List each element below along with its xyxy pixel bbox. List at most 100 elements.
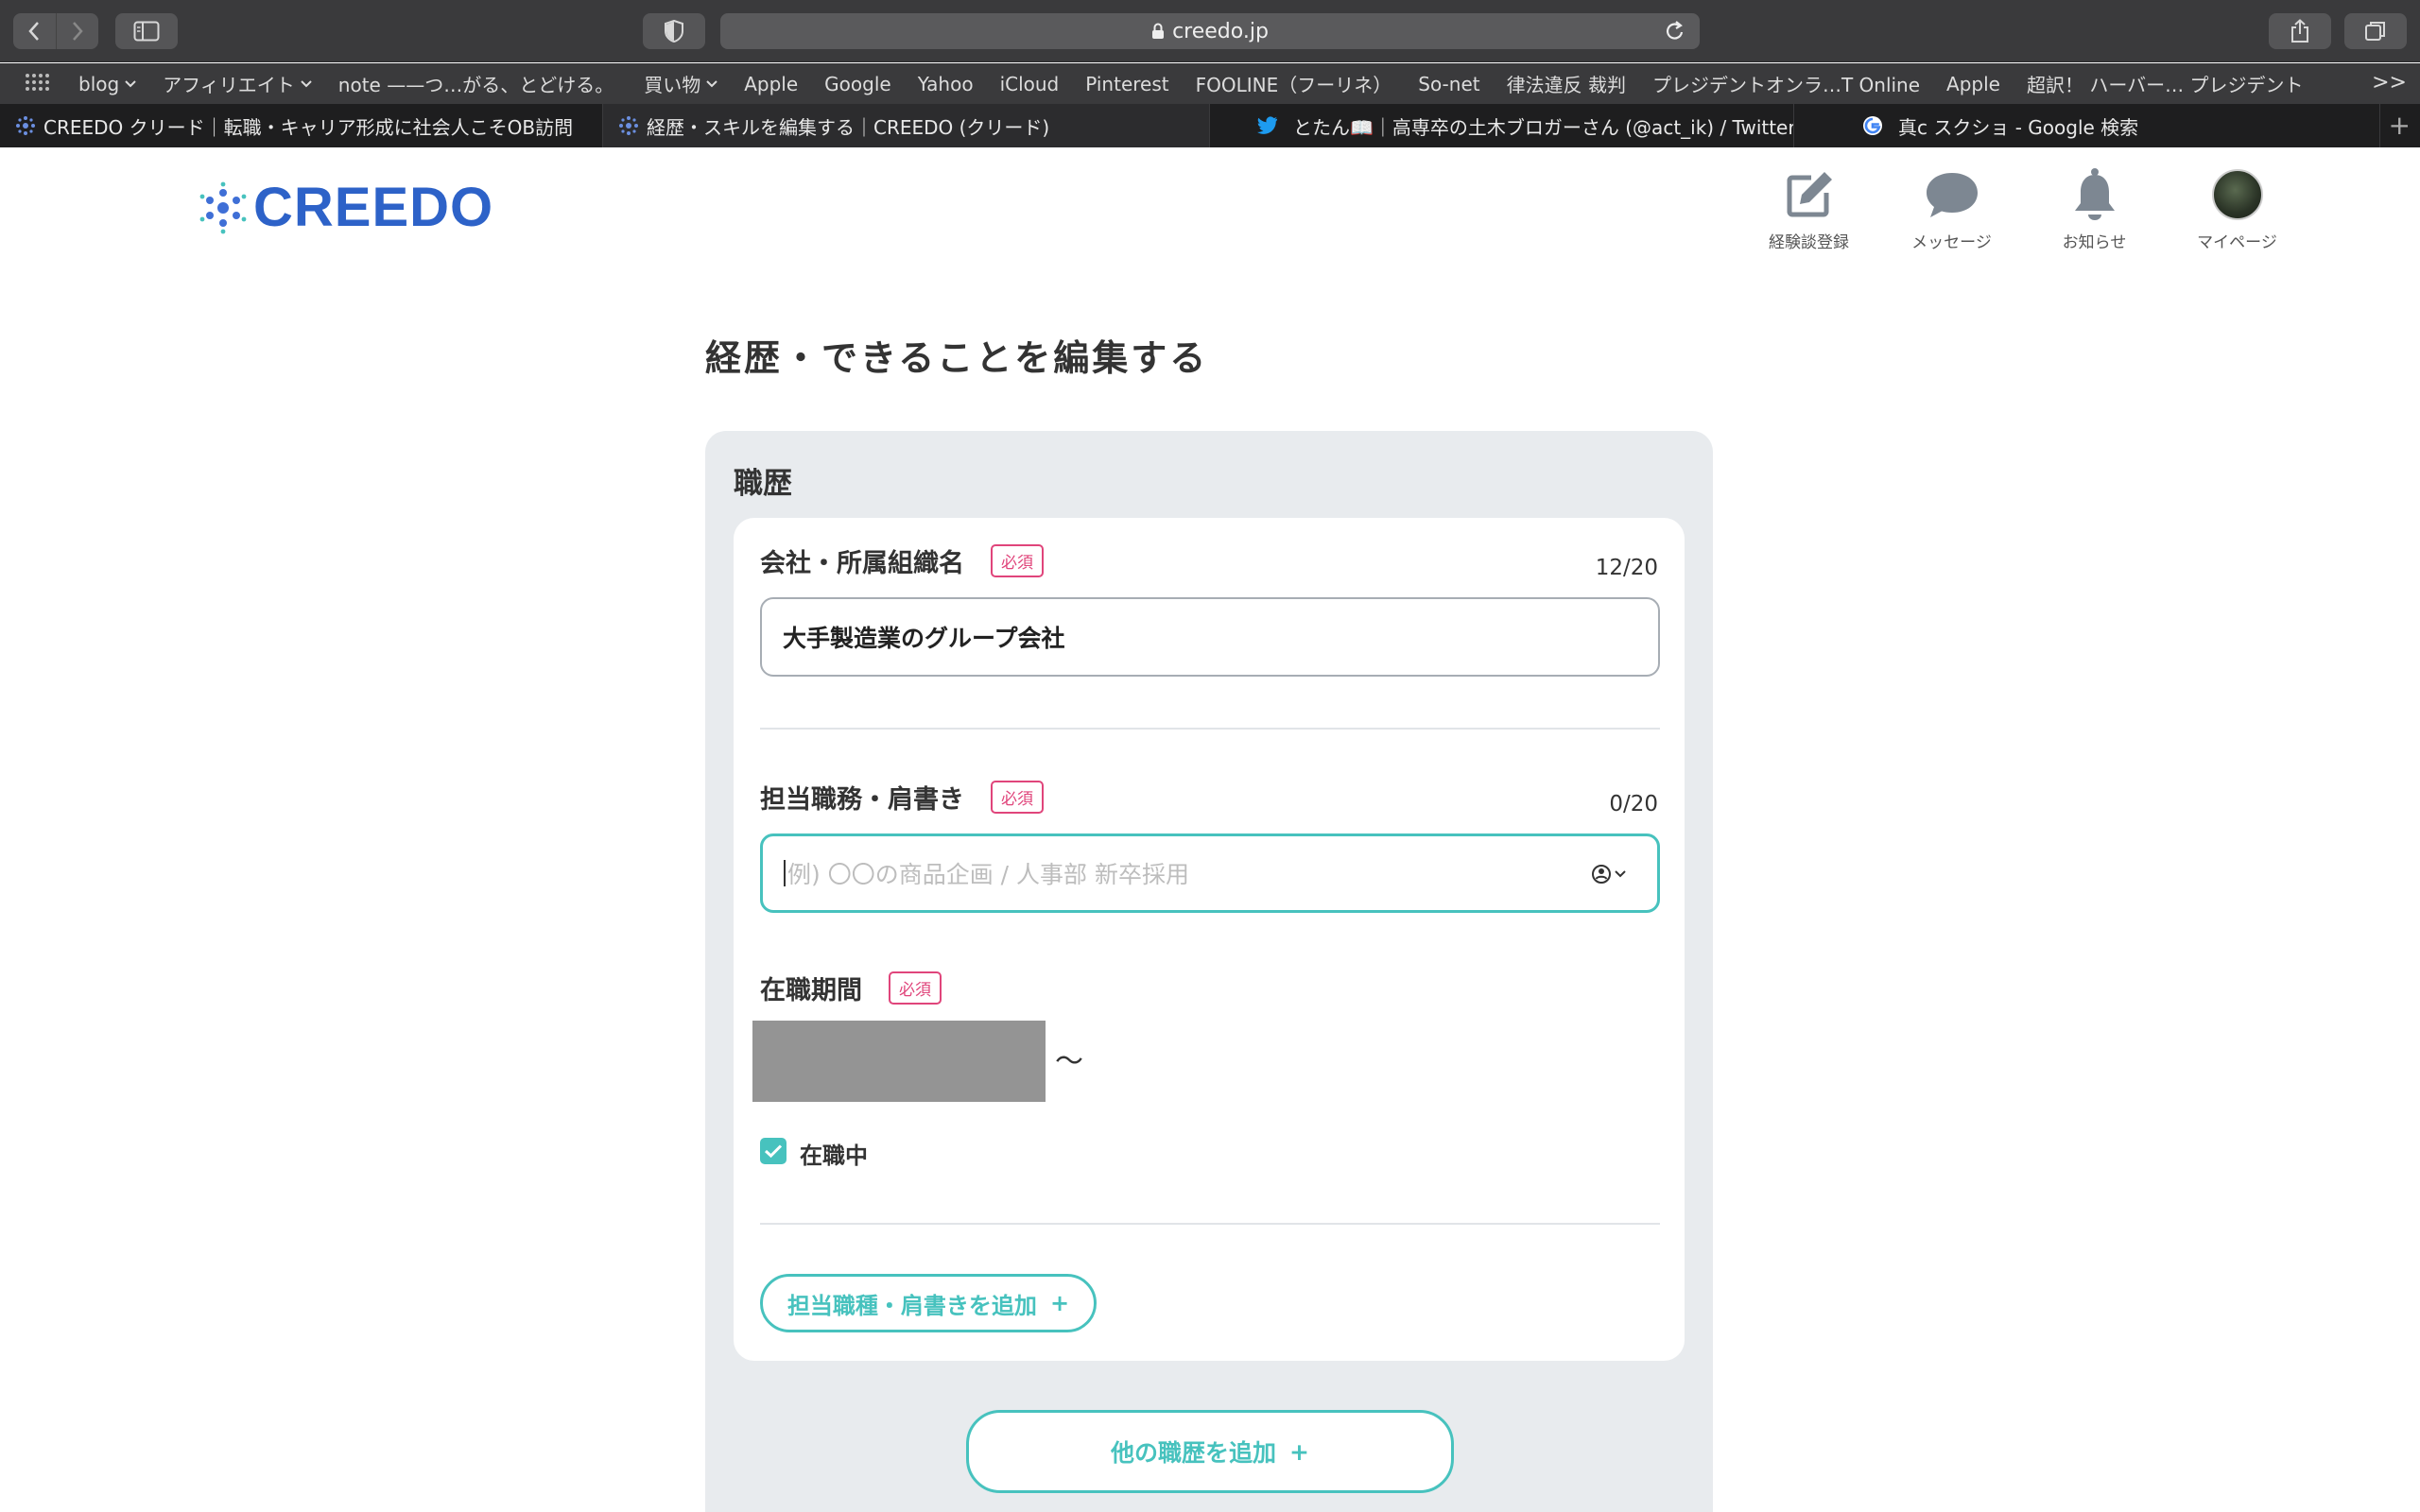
back-button[interactable] xyxy=(13,13,56,49)
header-nav: 経験談登録 メッセージ お知らせ マイページ xyxy=(1737,166,2308,252)
share-button[interactable] xyxy=(2269,13,2331,49)
tab-title: 真c スクショ - Google 検索 xyxy=(1898,115,2139,139)
nav-label: 経験談登録 xyxy=(1769,233,1849,252)
required-badge: 必須 xyxy=(889,971,942,1005)
role-label: 担当職務・肩書き 必須 xyxy=(760,779,1044,816)
autofill-contact-icon[interactable] xyxy=(1591,863,1633,885)
role-char-counter: 0/20 xyxy=(1609,792,1658,816)
creedo-logo-icon xyxy=(199,181,247,233)
bookmark-item[interactable]: note ——つ…がる、とどける。 xyxy=(338,70,614,97)
nav-experience-register[interactable]: 経験談登録 xyxy=(1737,166,1880,252)
bookmark-item[interactable]: Apple xyxy=(1946,73,2000,95)
message-icon xyxy=(1926,173,1978,217)
required-badge: 必須 xyxy=(991,544,1044,577)
add-career-button[interactable]: 他の職歴を追加 + xyxy=(966,1410,1454,1493)
avatar xyxy=(2211,169,2263,220)
tab-title: CREEDO クリード｜転職・キャリア形成に社会人こそOB訪問 xyxy=(43,115,574,139)
tab-overview-button[interactable] xyxy=(2344,13,2407,49)
role-input-placeholder: 例) 〇〇の商品企画 / 人事部 新卒採用 xyxy=(787,861,1189,888)
divider xyxy=(760,1223,1660,1225)
browser-toolbar: creedo.jp xyxy=(0,0,2420,62)
share-icon xyxy=(2291,19,2308,43)
page-title: 経歴・できることを編集する xyxy=(705,337,1209,379)
tabs-icon xyxy=(2365,22,2385,41)
bookmarks-bar: blog アフィリエイト note ——つ…がる、とどける。 買い物 Apple… xyxy=(0,63,2420,104)
period-separator: 〜 xyxy=(1055,1045,1083,1078)
section-title: 職歴 xyxy=(734,467,792,501)
checkmark-icon xyxy=(764,1144,783,1159)
chevron-left-icon xyxy=(28,22,40,41)
url-text: creedo.jp xyxy=(1172,19,1269,43)
edit-icon xyxy=(1787,172,1832,217)
bookmark-item[interactable]: プレジデントオンラ…T Online xyxy=(1652,70,1920,97)
add-role-button[interactable]: 担当職種・肩書きを追加 + xyxy=(760,1274,1097,1332)
company-label: 会社・所属組織名 必須 xyxy=(760,542,1044,579)
plus-icon: + xyxy=(1049,1290,1070,1316)
bookmark-item[interactable]: FOOLINE（フーリネ） xyxy=(1196,70,1392,97)
lock-icon xyxy=(1152,23,1165,39)
required-badge: 必須 xyxy=(991,781,1044,814)
new-tab-button[interactable]: + xyxy=(2389,110,2411,141)
creedo-favicon-icon xyxy=(619,116,638,135)
nav-buttons xyxy=(13,13,98,49)
nav-my-page[interactable]: マイページ xyxy=(2166,166,2308,252)
tab-edit-career[interactable]: 経歴・スキルを編集する｜CREEDO (クリード) xyxy=(603,104,1210,147)
creedo-favicon-icon xyxy=(16,116,35,135)
sidebar-icon xyxy=(133,21,160,42)
chevron-right-icon xyxy=(72,22,83,41)
site-header: CREEDO 経験談登録 メッセージ お知らせ マイページ xyxy=(0,147,2420,261)
company-input[interactable]: 大手製造業のグループ会社 xyxy=(760,597,1660,677)
career-card: 職歴 会社・所属組織名 必須 12/20 大手製造業のグループ会社 担当職務・肩… xyxy=(705,431,1713,1512)
chevron-down-icon xyxy=(301,79,312,87)
bell-icon xyxy=(2074,168,2115,220)
nav-messages[interactable]: メッセージ xyxy=(1880,166,2023,252)
bookmark-item[interactable]: Apple xyxy=(744,73,798,95)
role-input[interactable]: 例) 〇〇の商品企画 / 人事部 新卒採用 xyxy=(760,833,1660,913)
bookmark-item[interactable]: Google xyxy=(824,73,891,95)
reload-icon[interactable] xyxy=(1664,19,1686,43)
period-label: 在職期間 必須 xyxy=(760,970,942,1006)
divider xyxy=(760,728,1660,730)
google-icon xyxy=(1863,116,1882,135)
bookmark-item[interactable]: 超訳！ ハーバー… プレジデント xyxy=(2027,70,2304,97)
text-caret xyxy=(784,860,786,886)
creedo-logo[interactable]: CREEDO xyxy=(199,176,493,239)
sidebar-button[interactable] xyxy=(115,13,178,49)
forward-button[interactable] xyxy=(55,13,99,49)
address-bar[interactable]: creedo.jp xyxy=(720,13,1700,49)
bookmarks-overflow-button[interactable]: >> xyxy=(2372,71,2407,94)
chevron-down-icon xyxy=(125,79,136,87)
nav-label: メッセージ xyxy=(1911,233,1992,252)
bookmark-list: blog アフィリエイト note ——つ…がる、とどける。 買い物 Apple… xyxy=(78,63,2330,104)
nav-notifications[interactable]: お知らせ xyxy=(2023,166,2166,252)
bookmark-item[interactable]: アフィリエイト xyxy=(163,70,312,97)
career-entry-panel: 会社・所属組織名 必須 12/20 大手製造業のグループ会社 担当職務・肩書き … xyxy=(734,518,1685,1361)
bookmark-item[interactable]: iCloud xyxy=(1000,73,1060,95)
company-input-value: 大手製造業のグループ会社 xyxy=(783,625,1065,652)
grid-icon[interactable] xyxy=(25,73,49,95)
plus-icon: + xyxy=(1289,1437,1309,1466)
bookmark-item[interactable]: Pinterest xyxy=(1085,73,1168,95)
bookmark-item[interactable]: Yahoo xyxy=(918,73,974,95)
start-date-select[interactable] xyxy=(752,1021,1046,1102)
tab-google-search[interactable]: 真c スクショ - Google 検索 xyxy=(1794,104,2380,147)
bookmark-item[interactable]: 買い物 xyxy=(644,70,717,97)
company-char-counter: 12/20 xyxy=(1595,556,1658,580)
currently-employed-checkbox[interactable] xyxy=(760,1138,786,1164)
chevron-down-icon xyxy=(706,79,717,87)
bookmark-item[interactable]: So-net xyxy=(1418,73,1479,95)
privacy-report-button[interactable] xyxy=(643,13,705,49)
tab-title: 経歴・スキルを編集する｜CREEDO (クリード) xyxy=(647,115,1050,139)
nav-label: マイページ xyxy=(2197,233,2277,252)
currently-employed-label: 在職中 xyxy=(800,1143,868,1169)
tab-bar: CREEDO クリード｜転職・キャリア形成に社会人こそOB訪問 経歴・スキルを編… xyxy=(0,104,2420,147)
shield-icon xyxy=(665,20,683,43)
logo-text: CREEDO xyxy=(253,177,494,238)
tab-title: とたん📖｜高専卒の土木ブロガーさん (@act_ik) / Twitter xyxy=(1293,115,1794,139)
tab-twitter[interactable]: とたん📖｜高専卒の土木ブロガーさん (@act_ik) / Twitter xyxy=(1210,104,1794,147)
nav-label: お知らせ xyxy=(2062,233,2127,252)
twitter-icon xyxy=(1257,116,1278,134)
bookmark-item[interactable]: blog xyxy=(78,73,136,95)
bookmark-item[interactable]: 律法違反 裁判 xyxy=(1507,70,1626,97)
tab-creedo-home[interactable]: CREEDO クリード｜転職・キャリア形成に社会人こそOB訪問 xyxy=(0,104,603,147)
